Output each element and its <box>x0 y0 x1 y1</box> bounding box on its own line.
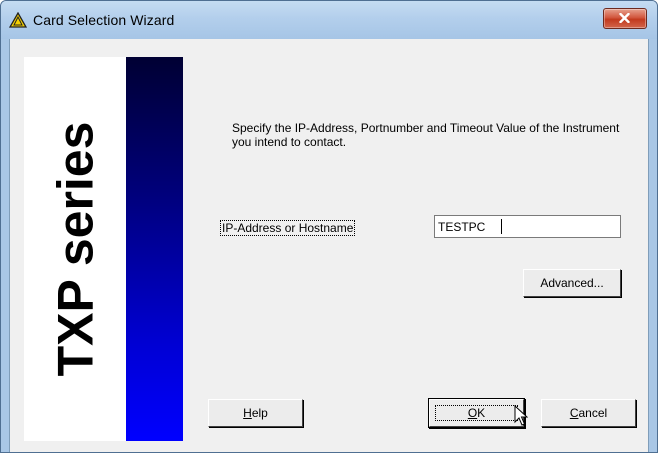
banner-gradient <box>126 57 183 441</box>
help-label: elp <box>251 406 268 420</box>
ip-address-input[interactable] <box>434 215 621 238</box>
text-caret <box>501 219 502 234</box>
close-icon <box>619 13 630 23</box>
title-bar[interactable]: Card Selection Wizard <box>1 1 657 39</box>
help-mnemonic: H <box>243 406 252 420</box>
cancel-mnemonic: C <box>569 406 579 420</box>
cancel-label: ancel <box>578 406 608 420</box>
close-button[interactable] <box>603 8 647 29</box>
ok-mnemonic: O <box>467 406 478 420</box>
dialog-window: Card Selection Wizard TXP series Specify… <box>0 0 658 453</box>
dialog-content: TXP series Specify the IP-Address, Portn… <box>9 39 649 452</box>
ok-button[interactable]: OK <box>429 399 524 427</box>
mouse-cursor-icon <box>514 405 528 426</box>
cancel-button[interactable]: Cancel <box>541 399 636 427</box>
ok-label: K <box>477 406 486 420</box>
instructions-text: Specify the IP-Address, Portnumber and T… <box>232 121 620 149</box>
window-title: Card Selection Wizard <box>33 12 175 28</box>
help-button[interactable]: Help <box>208 399 303 427</box>
banner-text: TXP series <box>47 121 103 377</box>
banner-text-container: TXP series <box>24 57 126 441</box>
advanced-button[interactable]: Advanced... <box>523 269 621 297</box>
ip-address-label: IP-Address or Hostname <box>219 220 356 236</box>
warning-triangle-icon <box>9 12 27 28</box>
